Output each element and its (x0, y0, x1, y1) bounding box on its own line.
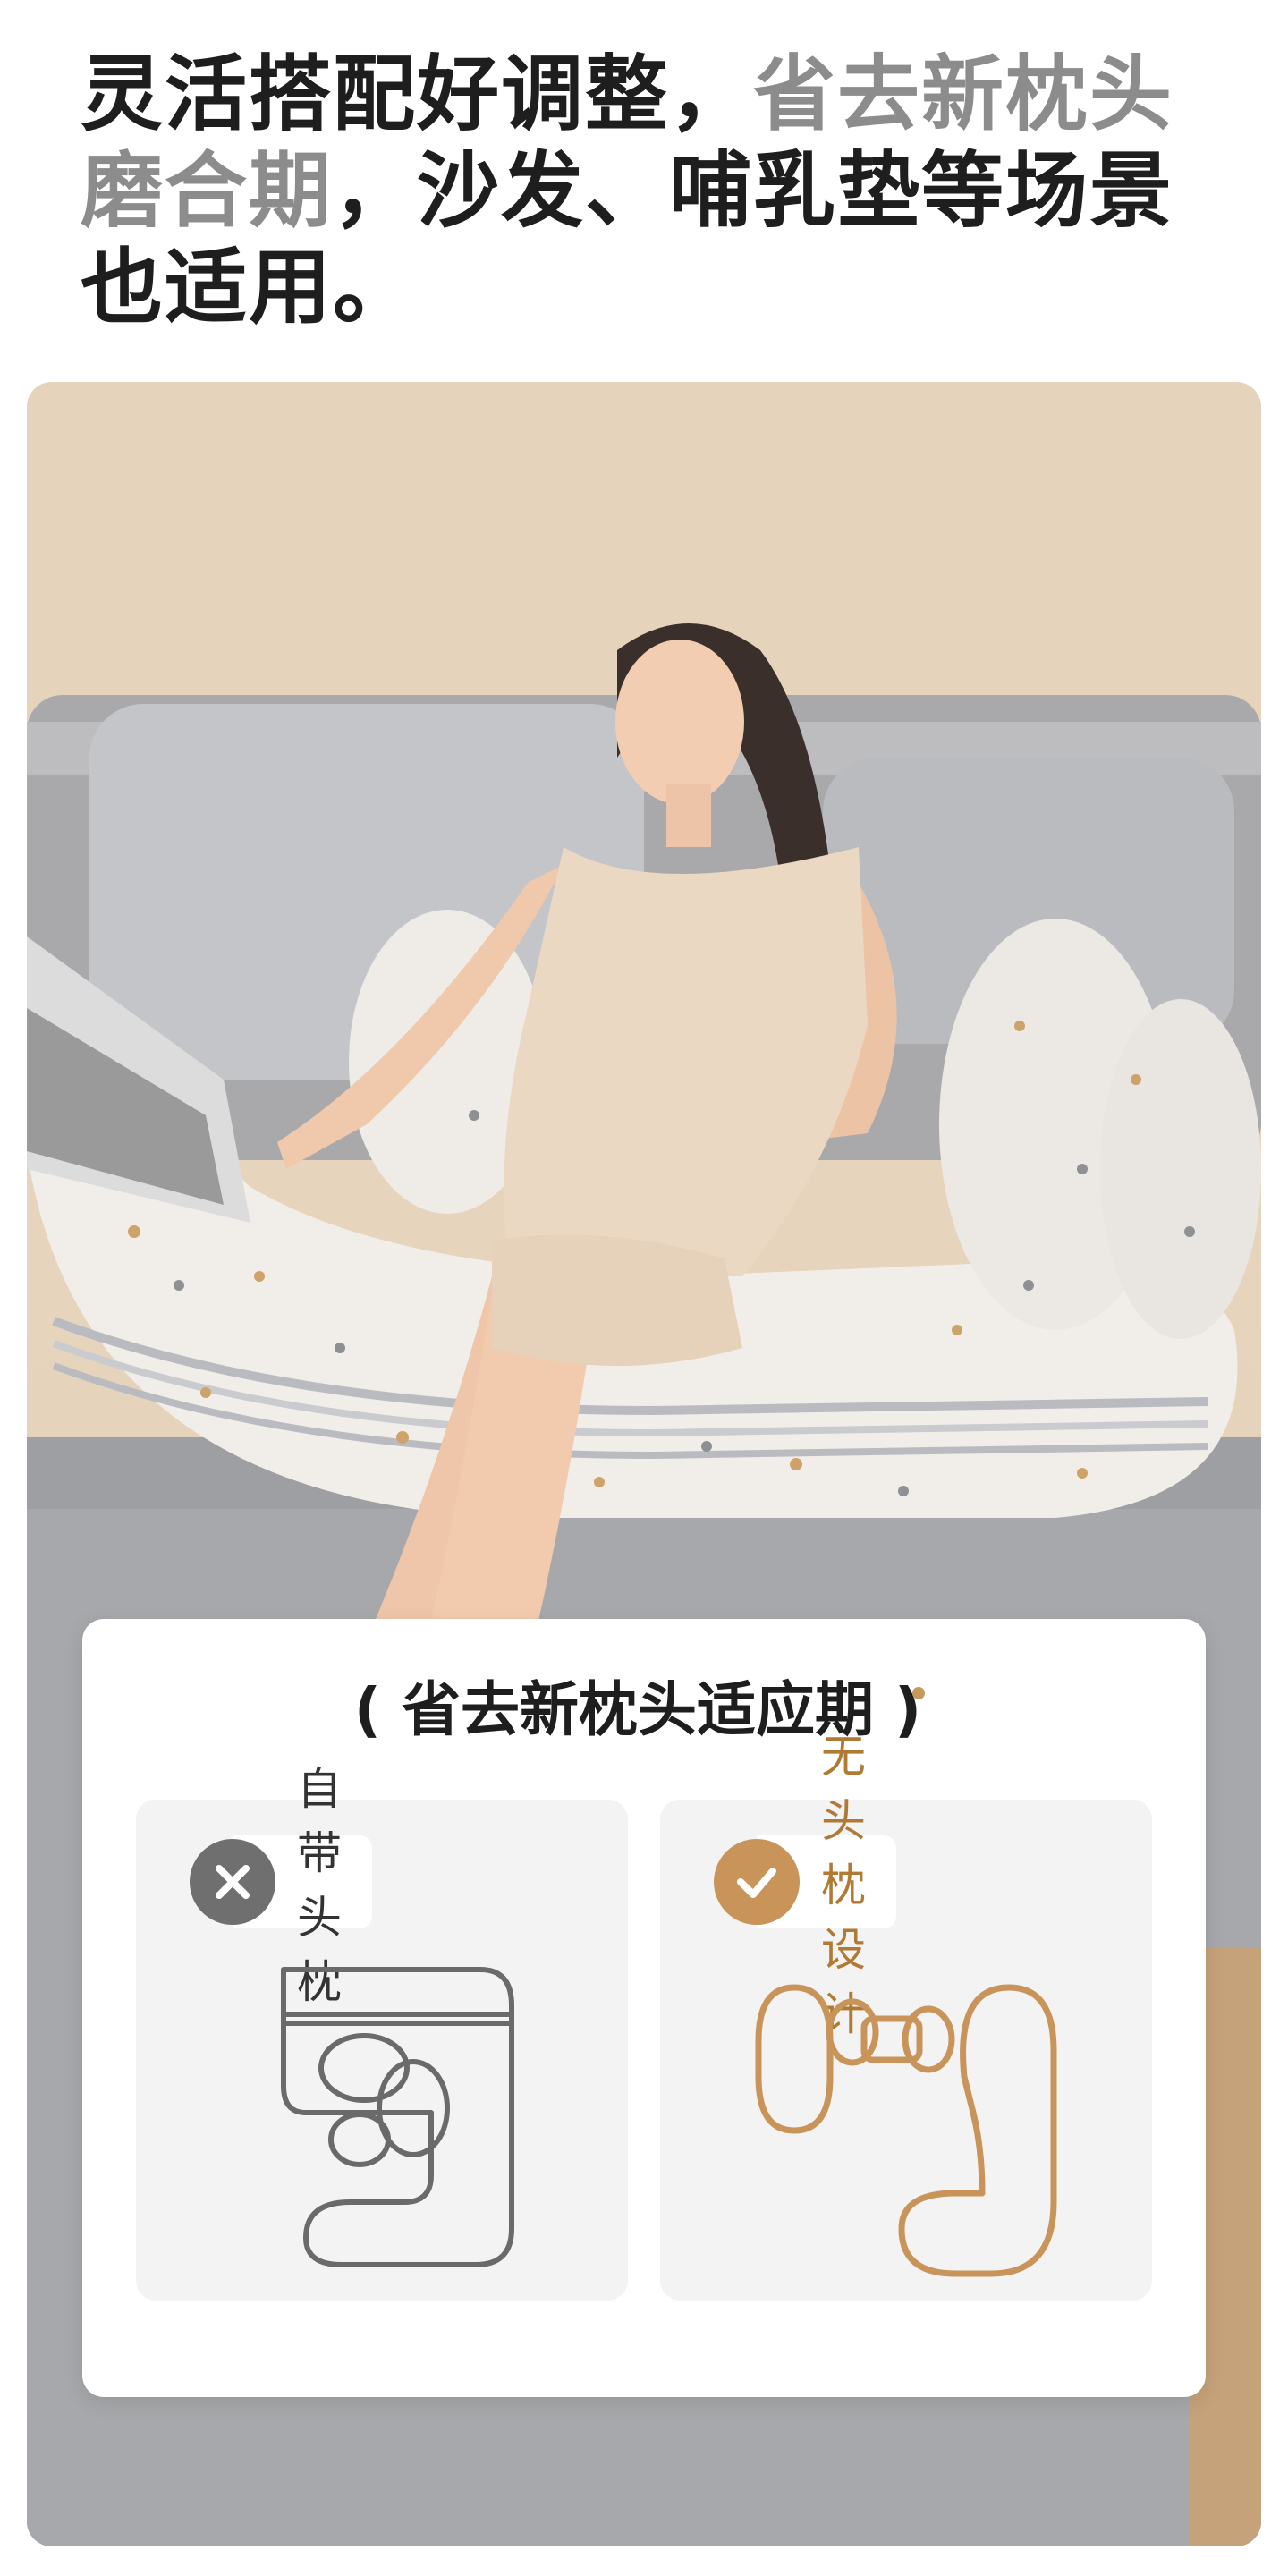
accent-dot-icon (912, 1687, 926, 1699)
check-mark-icon (714, 1839, 800, 1925)
headline-part-1: 灵活搭配好调整， (80, 47, 754, 142)
headline: 灵活搭配好调整，省去新枕头磨合期，沙发、哺乳垫等场景也适用。 (80, 47, 1234, 336)
option-panel-no-headrest: 无头枕设计 (660, 1731, 1152, 2301)
option-panel-with-headrest: 自带头枕 (136, 1763, 628, 2301)
x-mark-icon (190, 1839, 275, 1925)
pillow-with-headrest-outline-icon (281, 1967, 514, 2267)
right-bracket-icon: ) (894, 1675, 922, 1744)
card-title-text: 省去新枕头适应期 (402, 1675, 874, 1744)
card-title: ( 省去新枕头适应期 ) (82, 1674, 1206, 1746)
comparison-card: ( 省去新枕头适应期 ) 自带头枕 无头枕设计 (82, 1619, 1206, 2397)
left-bracket-icon: ( (353, 1675, 382, 1744)
product-scene-image: ( 省去新枕头适应期 ) 自带头枕 无头枕设计 (27, 382, 1261, 2546)
pillow-no-headrest-outline-icon (755, 1984, 1057, 2277)
